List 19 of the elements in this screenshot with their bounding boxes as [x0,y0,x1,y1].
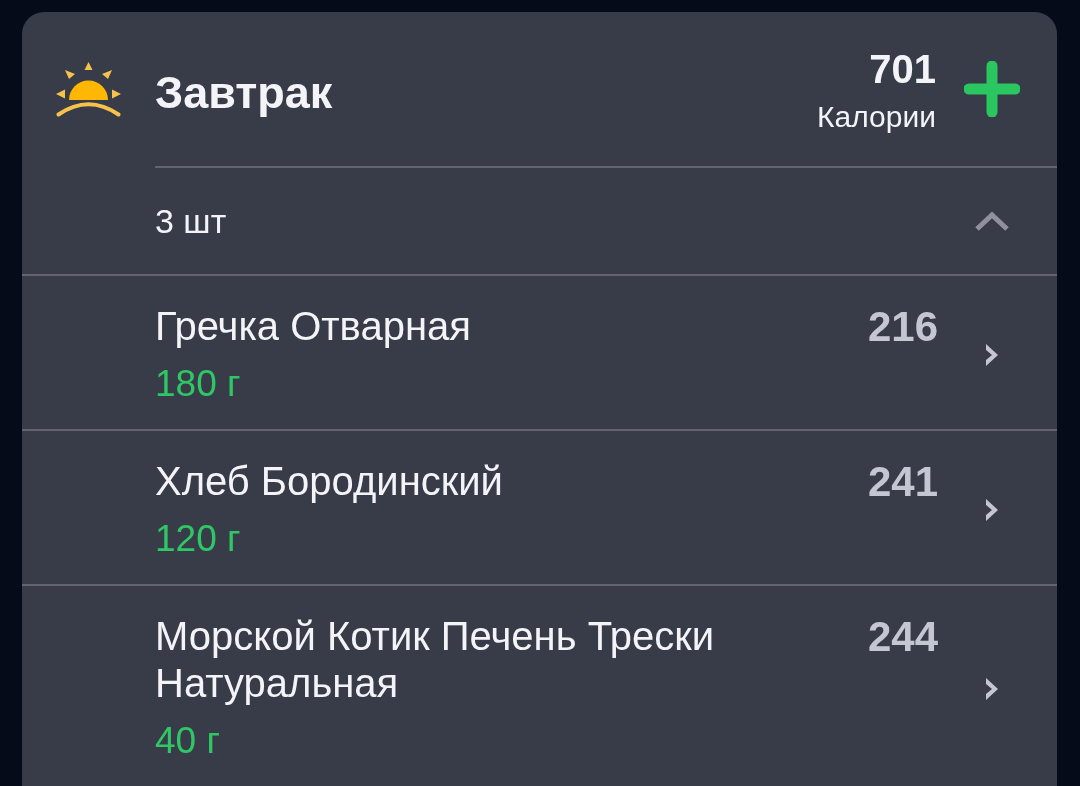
chevron-right-icon[interactable] [984,675,1000,702]
food-calories: 216 [867,303,938,350]
plus-icon[interactable] [964,61,1020,117]
chevron-right-icon[interactable] [984,342,1000,368]
food-name: Морской Котик Печень Трески Натуральная [155,613,716,707]
item-count: 3 шт [155,201,227,241]
food-name: Хлеб Бородинский [155,458,503,505]
food-amount: 40 г [155,719,220,763]
food-calories: 241 [867,458,938,505]
food-amount: 120 г [155,517,241,561]
chevron-right-icon[interactable] [984,497,1000,523]
meal-title: Завтрак [155,67,334,119]
food-calories: 244 [867,613,938,660]
sunrise-icon [55,61,121,117]
food-amount: 180 г [155,362,241,406]
food-name: Гречка Отварная [155,303,471,350]
total-calories: 701 [869,46,936,93]
chevron-up-icon[interactable] [974,210,1010,232]
calories-label: Калории [817,99,936,135]
